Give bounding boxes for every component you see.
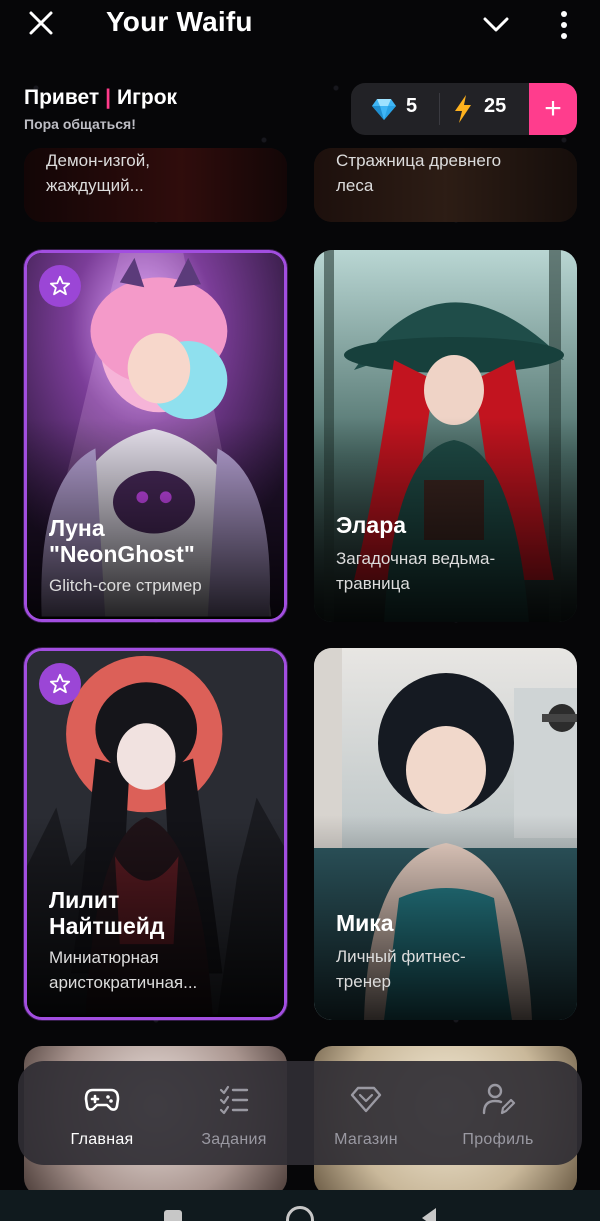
checklist-icon xyxy=(219,1085,249,1115)
diamond-outline-icon xyxy=(350,1086,382,1113)
nav-label: Профиль xyxy=(462,1131,534,1148)
app-bar: Your Waifu xyxy=(0,0,600,50)
character-description: Glitch-core стример xyxy=(49,576,202,595)
character-card-partial[interactable]: Стражница древнего леса xyxy=(314,148,577,222)
character-description: Демон-изгой, жаждущий... xyxy=(46,151,150,195)
character-description: Личный фитнес- тренер xyxy=(336,947,466,991)
greeting-separator: | xyxy=(105,86,112,109)
lightning-icon xyxy=(455,95,471,123)
nav-item-profile[interactable]: Профиль xyxy=(438,1061,558,1165)
close-icon[interactable] xyxy=(28,10,54,36)
user-edit-icon xyxy=(482,1083,516,1115)
nav-item-shop[interactable]: Магазин xyxy=(306,1061,426,1165)
nav-item-home[interactable]: Главная xyxy=(42,1061,162,1165)
recents-icon[interactable] xyxy=(164,1210,182,1221)
character-description: Миниатюрная аристократичная... xyxy=(49,948,198,992)
character-grid: Демон-изгой, жаждущий... Стражница древн… xyxy=(0,0,600,1221)
gem-count: 5 xyxy=(406,95,418,117)
character-card-elara[interactable]: Элара Загадочная ведьма- травница xyxy=(314,250,577,622)
character-name: Мика xyxy=(336,910,394,936)
star-icon xyxy=(49,673,71,694)
nav-label: Магазин xyxy=(334,1131,398,1148)
greeting-line: Привет | Игрок xyxy=(24,86,177,110)
favorite-star-button[interactable] xyxy=(39,265,81,307)
app-title: Your Waifu xyxy=(106,6,253,37)
nav-label: Главная xyxy=(70,1131,134,1148)
character-card-mika[interactable]: Мика Личный фитнес- тренер xyxy=(314,648,577,1020)
gamepad-icon xyxy=(84,1088,120,1111)
diamond-icon xyxy=(372,99,396,120)
chevron-down-icon[interactable] xyxy=(482,12,510,36)
home-icon[interactable] xyxy=(286,1206,314,1221)
back-icon[interactable] xyxy=(422,1208,436,1221)
currency-wallet: 5 25 + xyxy=(351,83,577,135)
character-name: Лилит Найтшейд xyxy=(49,887,165,939)
bottom-navigation: Главная Задания Магазин Профиль xyxy=(18,1061,582,1165)
add-currency-button[interactable]: + xyxy=(529,83,577,135)
nav-item-tasks[interactable]: Задания xyxy=(174,1061,294,1165)
character-description: Загадочная ведьма- травница xyxy=(336,549,496,593)
greeting-text: Привет xyxy=(24,86,100,109)
player-name: Игрок xyxy=(117,86,178,109)
character-name: Элара xyxy=(336,512,407,538)
nav-label: Задания xyxy=(201,1131,267,1148)
character-card-lilith[interactable]: Лилит Найтшейд Миниатюрная аристократичн… xyxy=(24,648,287,1020)
star-icon xyxy=(49,275,71,296)
character-description: Стражница древнего леса xyxy=(336,151,502,195)
app-screen: Your Waifu Привет | Игрок Пора общаться! 5 xyxy=(0,0,600,1221)
wallet-divider xyxy=(439,93,440,125)
system-navigation-bar xyxy=(0,1190,600,1221)
more-vertical-icon[interactable] xyxy=(556,10,572,40)
favorite-star-button[interactable] xyxy=(39,663,81,705)
character-card-luna[interactable]: Луна "NeonGhost" Glitch-core стример xyxy=(24,250,287,622)
greeting-header: Привет | Игрок Пора общаться! 5 25 + xyxy=(0,80,600,148)
character-name: Луна "NeonGhost" xyxy=(49,515,195,567)
character-card-partial[interactable]: Демон-изгой, жаждущий... xyxy=(24,148,287,222)
energy-count: 25 xyxy=(484,95,507,117)
greeting-subtitle: Пора общаться! xyxy=(24,116,136,132)
